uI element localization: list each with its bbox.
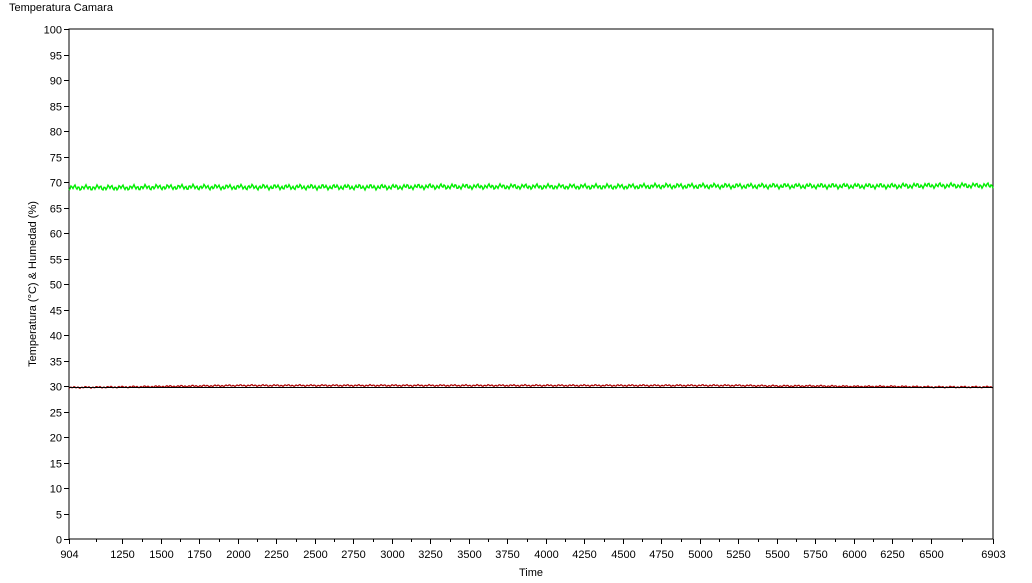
y-tick-label: 55 [50,255,62,267]
x-tick-label: 904 [60,549,78,561]
y-tick-label: 70 [50,178,62,190]
y-tick-label: 15 [50,459,62,471]
x-tick-label: 2750 [341,549,365,561]
y-axis: 0 5 10 15 20 25 30 35 40 45 50 55 60 65 70 75 80 85 90 95 10… [44,25,69,547]
y-tick-label: 10 [50,484,62,496]
x-tick-label: 3500 [457,549,481,561]
y-tick-label: 65 [50,204,62,216]
x-axis-label: Time [519,567,543,579]
y-axis-label: Temperatura (°C) & Humedad (%) [27,201,39,367]
y-tick-label: 80 [50,127,62,139]
x-tick-label: 3750 [495,549,519,561]
x-tick-label: 4750 [649,549,673,561]
y-tick-label: 60 [50,229,62,241]
y-tick-label: 50 [50,280,62,292]
x-axis: 904 1250 1500 1750 2000 2250 2500 2750 3000 3250 3… [60,539,1006,561]
y-tick-label: 30 [50,382,62,394]
x-tick-label: 6903 [981,549,1005,561]
y-tick-label: 75 [50,153,62,165]
x-tick-label: 2500 [303,549,327,561]
y-tick-label: 35 [50,357,62,369]
x-tick-label: 4250 [572,549,596,561]
y-tick-label: 25 [50,408,62,420]
x-tick-label: 3000 [380,549,404,561]
x-tick-label: 6000 [842,549,866,561]
y-tick-label: 45 [50,306,62,318]
y-tick-label: 90 [50,76,62,88]
y-tick-label: 100 [44,25,62,37]
y-tick-label: 85 [50,102,62,114]
y-tick-label: 95 [50,51,62,63]
x-tick-label: 2250 [264,549,288,561]
x-tick-label: 6500 [919,549,943,561]
x-tick-label: 6250 [880,549,904,561]
x-tick-label: 1750 [187,549,211,561]
chart-svg: 0 5 10 15 20 25 30 35 40 45 50 55 60 65 70 75 80 85 90 95 10… [27,25,1006,580]
plot-frame [68,28,994,540]
x-tick-label: 5500 [765,549,789,561]
y-tick-label: 40 [50,331,62,343]
plot-area [68,28,994,540]
x-tick-label: 4000 [534,549,558,561]
x-tick-label: 2000 [226,549,250,561]
x-tick-label: 1250 [110,549,134,561]
x-tick-label: 1500 [149,549,173,561]
y-tick-label: 20 [50,433,62,445]
y-tick-label: 0 [56,535,62,547]
x-tick-label: 3250 [418,549,442,561]
x-tick-label: 4500 [611,549,635,561]
y-tick-label: 5 [56,510,62,522]
x-tick-label: 5000 [688,549,712,561]
x-tick-label: 5750 [803,549,827,561]
x-tick-label: 5250 [726,549,750,561]
